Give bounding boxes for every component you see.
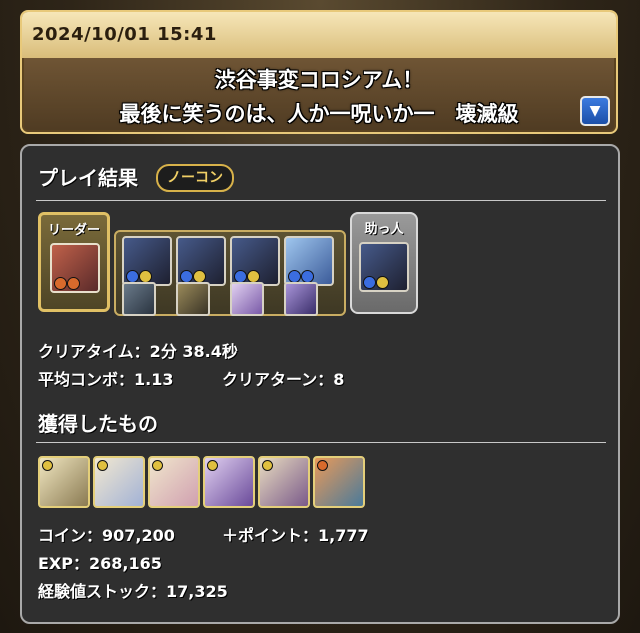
helper-monster-card[interactable] [359, 242, 409, 292]
result-header: 2024/10/01 15:41 渋谷事変コロシアム！ 最後に笑うのは、人か一呪… [20, 10, 618, 134]
coin-amount: コイン：907,200 [38, 526, 175, 545]
light-orb-icon [152, 460, 163, 471]
drop-item-5[interactable] [258, 456, 310, 508]
helper-label: 助っ人 [364, 222, 404, 237]
assist-card-3[interactable] [230, 282, 264, 316]
light-orb-icon [376, 276, 389, 289]
triangle-down-icon: ▼ [589, 103, 601, 119]
light-orb-icon [97, 460, 108, 471]
header-topbar: 2024/10/01 15:41 [22, 12, 616, 58]
plus-points: ＋ポイント：1,777 [222, 526, 369, 545]
dungeon-subtitle: 最後に笑うのは、人か一呪いか一 壊滅級 [119, 102, 519, 126]
light-orb-icon [207, 460, 218, 471]
drop-item-1[interactable] [38, 456, 90, 508]
light-orb-icon [262, 460, 273, 471]
leader-slot[interactable]: リーダー [38, 212, 110, 312]
exp-amount: EXP：268,165 [38, 554, 162, 573]
dungeon-title: 渋谷事変コロシアム！ [214, 68, 424, 92]
team-members [114, 230, 346, 316]
divider [36, 200, 606, 201]
clear-turns: クリアターン：8 [222, 370, 345, 389]
team-member-card-2[interactable] [176, 236, 226, 286]
fire-orb-icon [67, 277, 80, 290]
result-panel: プレイ結果 ノーコン リーダー 助っ人 クリアタイム：2分 38.4秒 平均コン… [20, 144, 620, 624]
team-member-card-1[interactable] [122, 236, 172, 286]
helper-slot[interactable]: 助っ人 [350, 212, 418, 314]
drop-item-4[interactable] [203, 456, 255, 508]
fire-orb-icon [317, 460, 328, 471]
no-continue-badge: ノーコン [156, 164, 234, 192]
water-orb-icon [363, 276, 376, 289]
assist-card-4[interactable] [284, 282, 318, 316]
team-member-card-3[interactable] [230, 236, 280, 286]
leader-label: リーダー [47, 223, 100, 238]
leader-monster-card[interactable] [50, 243, 100, 293]
clear-time: クリアタイム：2分 38.4秒 [38, 342, 238, 361]
divider [36, 442, 606, 443]
timestamp: 2024/10/01 15:41 [32, 24, 217, 45]
dropdown-button[interactable]: ▼ [580, 96, 610, 126]
assist-card-1[interactable] [122, 282, 156, 316]
average-combo: 平均コンボ：1.13 [38, 370, 174, 389]
light-orb-icon [42, 460, 53, 471]
play-result-title: プレイ結果 [38, 166, 138, 190]
fire-orb-icon [54, 277, 67, 290]
drop-item-2[interactable] [93, 456, 145, 508]
team-member-card-4[interactable] [284, 236, 334, 286]
acquired-title: 獲得したもの [38, 412, 158, 436]
exp-stock: 経験値ストック：17,325 [38, 582, 228, 601]
drop-item-3[interactable] [148, 456, 200, 508]
assist-card-2[interactable] [176, 282, 210, 316]
drop-item-6[interactable] [313, 456, 365, 508]
